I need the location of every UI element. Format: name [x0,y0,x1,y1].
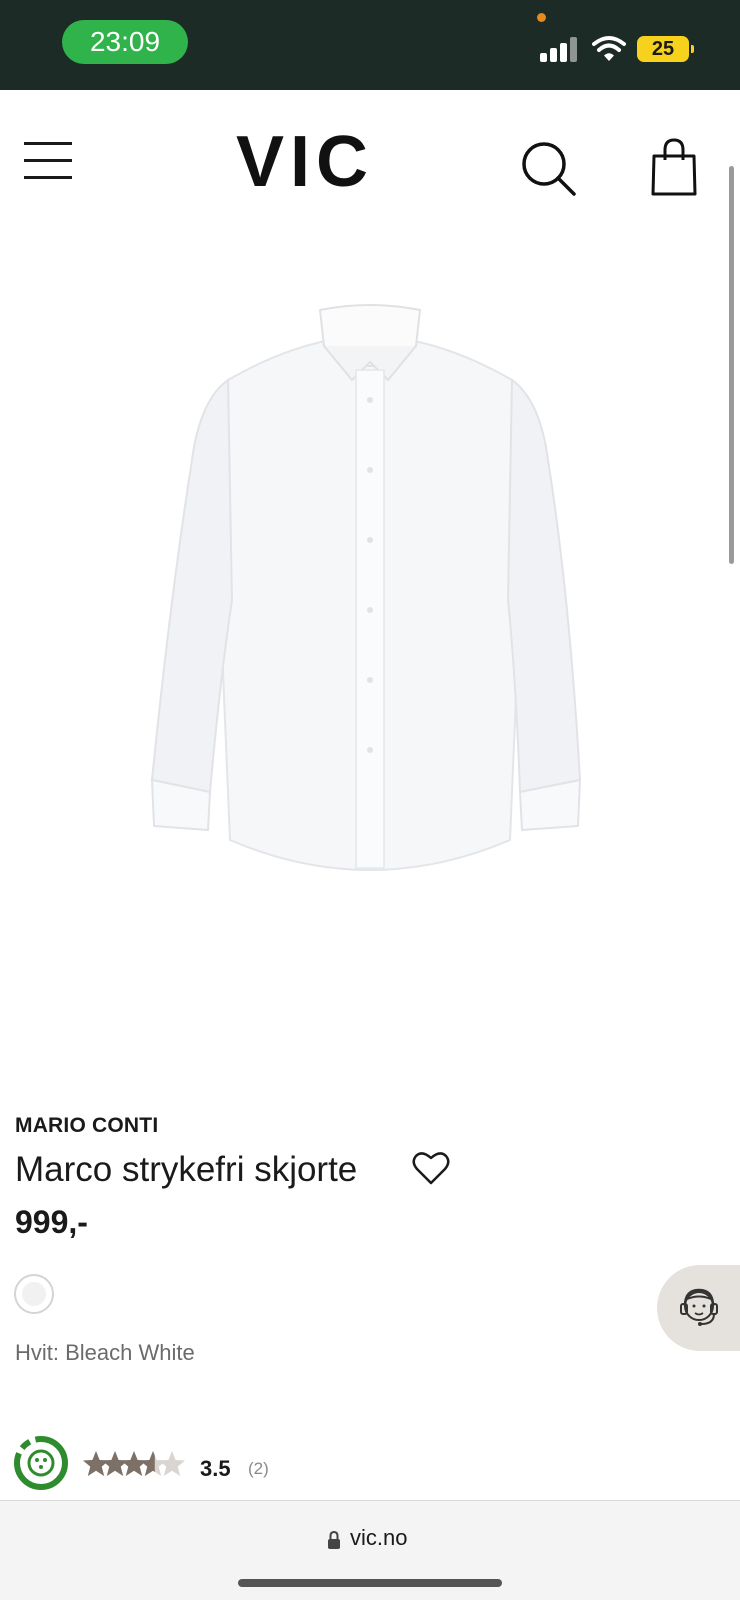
vic-logo[interactable]: VIC [220,128,390,192]
status-time: 23:09 [62,20,188,64]
color-label: Hvit: Bleach White [15,1340,195,1365]
browser-address-bar[interactable]: vic.no [0,1500,740,1600]
review-count[interactable]: (2) [248,1459,269,1479]
lock-icon [328,1531,340,1549]
product-title: Marco strykefri skjorte [15,1150,358,1189]
sustainability-icon[interactable] [14,1436,68,1490]
rating-stars [83,1451,185,1476]
menu-icon[interactable] [24,142,72,180]
favorite-heart-icon[interactable] [412,1150,450,1186]
support-agent-icon [680,1288,718,1326]
url-text[interactable]: vic.no [350,1525,407,1551]
home-indicator[interactable] [238,1579,502,1587]
battery-icon: 25 [637,36,694,62]
status-bar: 23:09 25 [0,0,740,90]
color-swatch-white[interactable] [14,1274,54,1314]
product-price: 999,- [15,1204,88,1240]
product-image-white-shirt[interactable] [140,300,600,890]
customer-support-button[interactable] [657,1265,740,1351]
rating-value: 3.5 [200,1456,231,1481]
cellular-signal-icon [540,36,580,62]
bag-icon[interactable] [650,138,698,196]
page-scrollbar[interactable] [729,166,734,564]
privacy-indicator-dot [537,13,546,22]
wifi-icon [592,36,626,61]
search-icon[interactable] [520,140,576,196]
product-brand[interactable]: MARIO CONTI [15,1114,158,1138]
site-header: VIC [0,90,740,240]
svg-text:VIC: VIC [236,128,374,192]
